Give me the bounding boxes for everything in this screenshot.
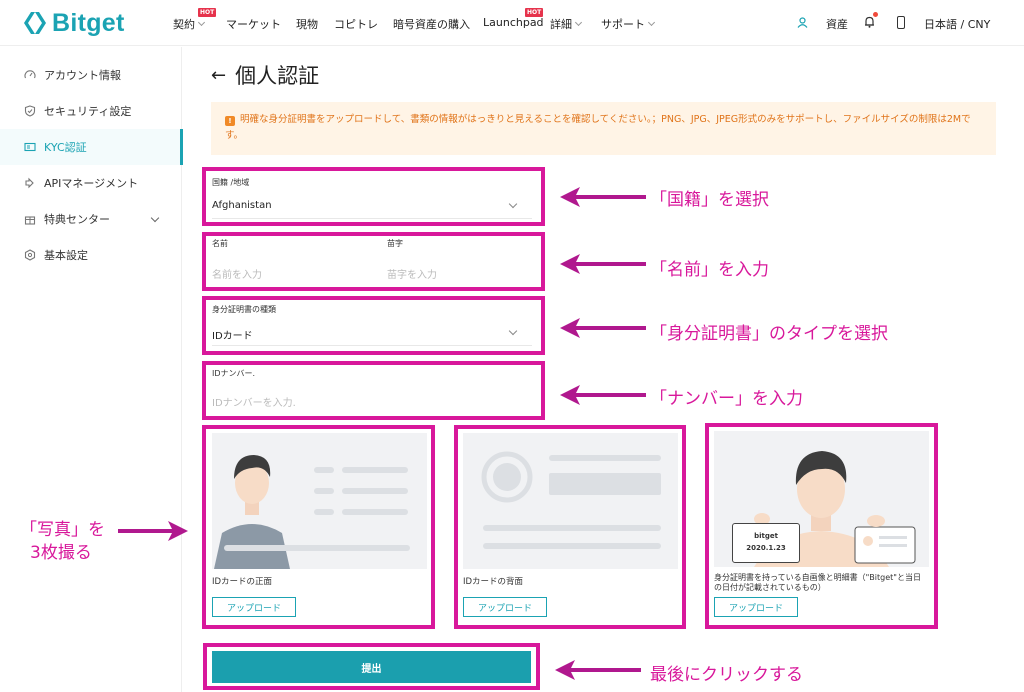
nav-item-more[interactable]: 詳細 bbox=[550, 16, 583, 32]
sidebar-item-api[interactable]: APIマネージメント bbox=[0, 165, 182, 201]
highlight-box-id-type bbox=[202, 296, 545, 355]
nav-label: サポート bbox=[601, 18, 645, 31]
upload-notice: ! 明確な身分証明書をアップロードして、書類の情報がはっきりと見えることを確認して… bbox=[211, 102, 996, 155]
chevron-down-icon bbox=[574, 18, 583, 27]
sidebar-item-security[interactable]: セキュリティ設定 bbox=[0, 93, 182, 129]
page-title: ← 個人認証 bbox=[211, 60, 319, 90]
annotation-arrow-left bbox=[555, 660, 641, 680]
annotation-arrow-right bbox=[118, 521, 188, 541]
sidebar-item-label: KYC認証 bbox=[44, 141, 87, 154]
id-front-caption: IDカードの正面 bbox=[212, 577, 273, 587]
annotation-arrow-left bbox=[560, 318, 646, 338]
nav-item-copy-trade[interactable]: コピトレ bbox=[334, 16, 378, 32]
id-back-image bbox=[463, 433, 678, 569]
assets-link[interactable]: 資産 bbox=[826, 16, 848, 32]
annotation-photos-line-2: 3枚撮る bbox=[30, 543, 92, 563]
nav-item-launchpad[interactable]: Launchpad bbox=[483, 16, 544, 29]
nav-item-support[interactable]: サポート bbox=[601, 16, 656, 32]
annotation-arrow-left bbox=[560, 187, 646, 207]
nav-item-spot[interactable]: 現物 bbox=[296, 16, 318, 32]
top-navbar: Bitget 契約 HOT マーケット 現物 コピトレ 暗号資産の購入 Laun… bbox=[0, 0, 1024, 46]
annotation-name: 「名前」を入力 bbox=[650, 260, 769, 280]
brand-name: Bitget bbox=[52, 8, 125, 37]
warning-icon: ! bbox=[225, 116, 235, 126]
nav-label: 詳細 bbox=[550, 18, 572, 31]
sidebar-item-kyc[interactable]: KYC認証 bbox=[0, 129, 183, 165]
gift-icon bbox=[24, 216, 36, 225]
speedometer-icon bbox=[24, 70, 36, 79]
id-back-illustration bbox=[463, 433, 678, 569]
annotation-submit: 最後にクリックする bbox=[650, 665, 803, 685]
notice-text: 明確な身分証明書をアップロードして、書類の情報がはっきりと見えることを確認してく… bbox=[225, 114, 971, 141]
chevron-down-icon bbox=[197, 18, 206, 27]
signboard-line-2: 2020.1.23 bbox=[746, 544, 786, 552]
sidebar-item-rewards[interactable]: 特典センター bbox=[0, 201, 182, 237]
sidebar-item-account-info[interactable]: アカウント情報 bbox=[0, 57, 182, 93]
sidebar-item-preferences[interactable]: 基本設定 bbox=[0, 237, 182, 273]
bell-icon[interactable] bbox=[864, 16, 875, 28]
chevron-down-icon bbox=[647, 18, 656, 27]
nav-item-futures[interactable]: 契約 bbox=[173, 16, 206, 32]
annotation-id-number: 「ナンバー」を入力 bbox=[650, 389, 803, 409]
annotation-id-type: 「身分証明書」のタイプを選択 bbox=[650, 324, 888, 344]
nav-label: 契約 bbox=[173, 18, 195, 31]
id-front-illustration bbox=[212, 433, 427, 569]
annotation-nationality: 「国籍」を選択 bbox=[650, 190, 769, 210]
highlight-box-id-number bbox=[202, 361, 545, 420]
settings-icon bbox=[24, 249, 36, 261]
highlight-box-nationality bbox=[202, 167, 545, 226]
selfie-caption: 身分証明書を持っている自画像と明細書（"Bitget"と当日の日付が記載されてい… bbox=[714, 573, 921, 592]
hot-badge: HOT bbox=[198, 8, 217, 17]
annotation-arrow-left bbox=[560, 385, 646, 405]
sidebar-item-label: 基本設定 bbox=[44, 249, 88, 262]
id-back-caption: IDカードの背面 bbox=[463, 577, 524, 587]
selfie-illustration: bitget 2020.1.23 bbox=[714, 431, 929, 567]
signboard: bitget 2020.1.23 bbox=[732, 523, 800, 563]
user-icon[interactable] bbox=[797, 17, 808, 28]
upload-selfie-button[interactable]: アップロード bbox=[714, 597, 798, 617]
shield-icon bbox=[24, 105, 36, 117]
hot-badge: HOT bbox=[525, 8, 544, 17]
chevron-down-icon[interactable] bbox=[150, 213, 160, 223]
page-root: Bitget 契約 HOT マーケット 現物 コピトレ 暗号資産の購入 Laun… bbox=[0, 0, 1024, 692]
signboard-line-1: bitget bbox=[754, 532, 778, 540]
nav-item-markets[interactable]: マーケット bbox=[226, 16, 281, 32]
sidebar-item-label: 特典センター bbox=[44, 213, 110, 226]
sidebar: アカウント情報 セキュリティ設定 KYC認証 APIマネージメント 特典センター… bbox=[0, 47, 183, 692]
sidebar-item-label: アカウント情報 bbox=[44, 69, 121, 82]
page-title-text: 個人認証 bbox=[235, 64, 320, 88]
bitget-logo-icon bbox=[24, 12, 46, 34]
id-front-image bbox=[212, 433, 427, 569]
id-card-icon bbox=[24, 142, 36, 152]
sidebar-item-label: セキュリティ設定 bbox=[44, 105, 132, 118]
highlight-box-name bbox=[202, 232, 545, 291]
notification-dot bbox=[873, 12, 878, 17]
language-currency-selector[interactable]: 日本語 / CNY bbox=[924, 16, 990, 32]
submit-button[interactable]: 提出 bbox=[212, 651, 531, 683]
sidebar-item-label: APIマネージメント bbox=[44, 177, 139, 190]
nav-item-buy-crypto[interactable]: 暗号資産の購入 bbox=[393, 16, 470, 32]
upload-front-button[interactable]: アップロード bbox=[212, 597, 296, 617]
api-icon bbox=[25, 177, 34, 189]
annotation-photos-line-1: 「写真」を bbox=[20, 520, 105, 540]
mobile-app-icon[interactable] bbox=[897, 16, 905, 29]
annotation-arrow-left bbox=[560, 254, 646, 274]
bitget-logo[interactable]: Bitget bbox=[22, 9, 125, 37]
back-arrow-icon[interactable]: ← bbox=[211, 65, 226, 86]
upload-back-button[interactable]: アップロード bbox=[463, 597, 547, 617]
